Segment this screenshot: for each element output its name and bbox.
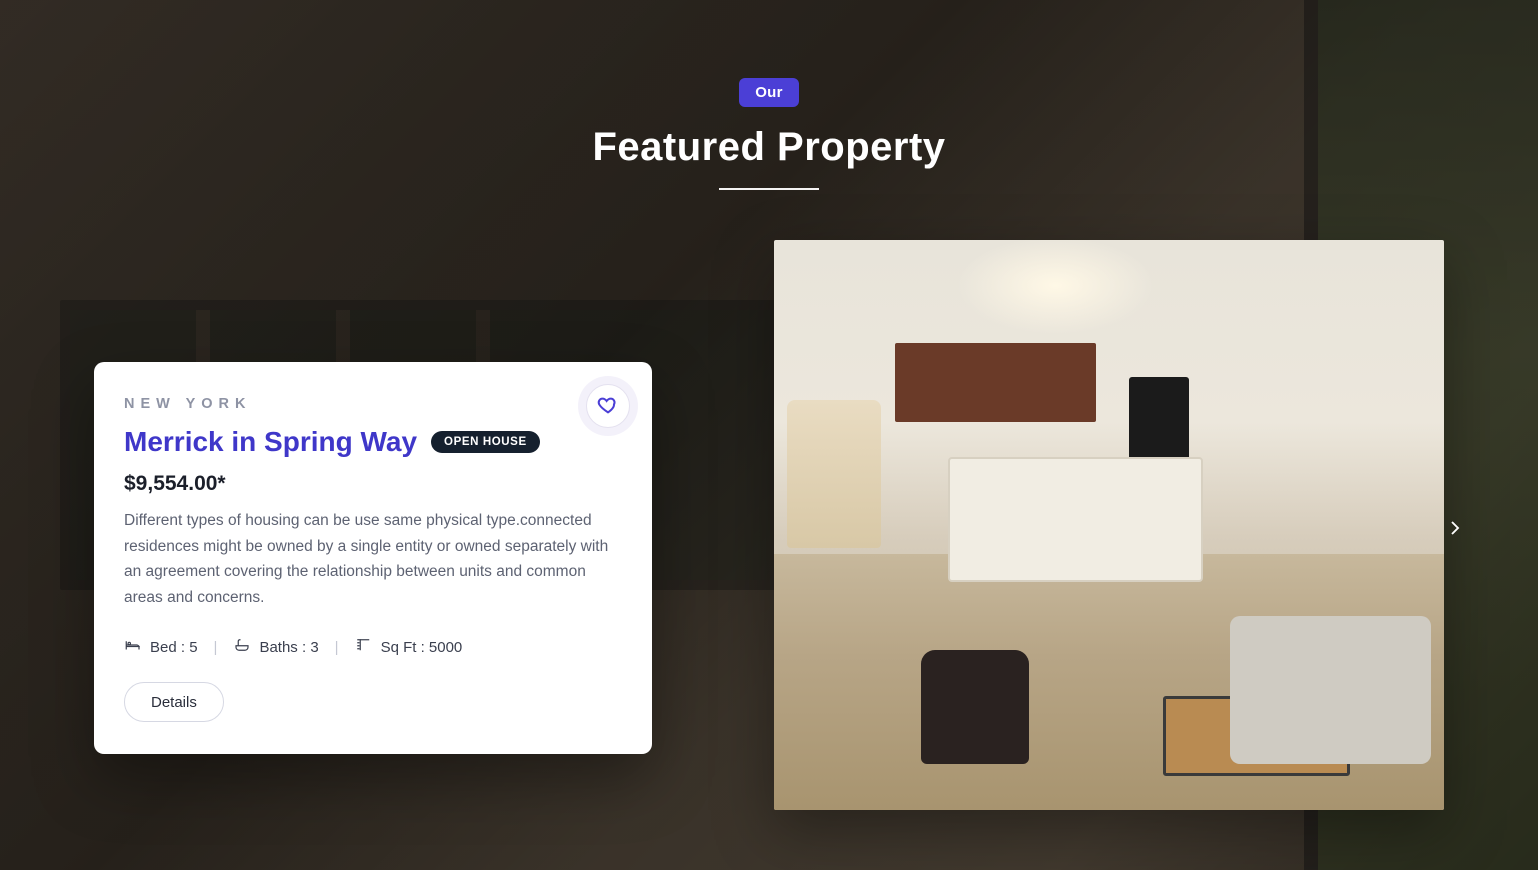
meta-sqft: Sq Ft : 5000 xyxy=(355,636,463,658)
title-underline xyxy=(719,188,819,190)
ruler-icon xyxy=(355,636,373,658)
meta-bath: Baths : 3 xyxy=(233,636,318,658)
heart-icon xyxy=(597,394,619,419)
carousel-next-button[interactable] xyxy=(1440,507,1470,553)
favorite-button[interactable] xyxy=(586,384,630,428)
meta-bed: Bed : 5 xyxy=(124,636,198,658)
property-price: $9,554.00* xyxy=(124,472,622,496)
details-button[interactable]: Details xyxy=(124,682,224,722)
meta-bath-label: Baths : 3 xyxy=(259,639,318,656)
property-card: NEW YORK Merrick in Spring Way OPEN HOUS… xyxy=(94,362,652,754)
property-description: Different types of housing can be use sa… xyxy=(124,508,622,610)
section-header: Our Featured Property xyxy=(0,0,1538,190)
meta-bed-label: Bed : 5 xyxy=(150,639,198,656)
property-meta: Bed : 5 | Baths : 3 | Sq Ft : 5000 xyxy=(124,636,622,658)
chevron-right-icon xyxy=(1446,514,1464,547)
section-title: Featured Property xyxy=(0,125,1538,170)
section-badge: Our xyxy=(739,78,799,107)
property-title-link[interactable]: Merrick in Spring Way xyxy=(124,426,417,458)
bed-icon xyxy=(124,636,142,658)
meta-separator: | xyxy=(335,639,339,656)
property-location: NEW YORK xyxy=(124,396,622,412)
meta-separator: | xyxy=(214,639,218,656)
featured-stage: NEW YORK Merrick in Spring Way OPEN HOUS… xyxy=(94,240,1444,820)
bath-icon xyxy=(233,636,251,658)
property-photo[interactable] xyxy=(774,240,1444,810)
meta-sqft-label: Sq Ft : 5000 xyxy=(381,639,463,656)
status-badge: OPEN HOUSE xyxy=(431,431,540,453)
